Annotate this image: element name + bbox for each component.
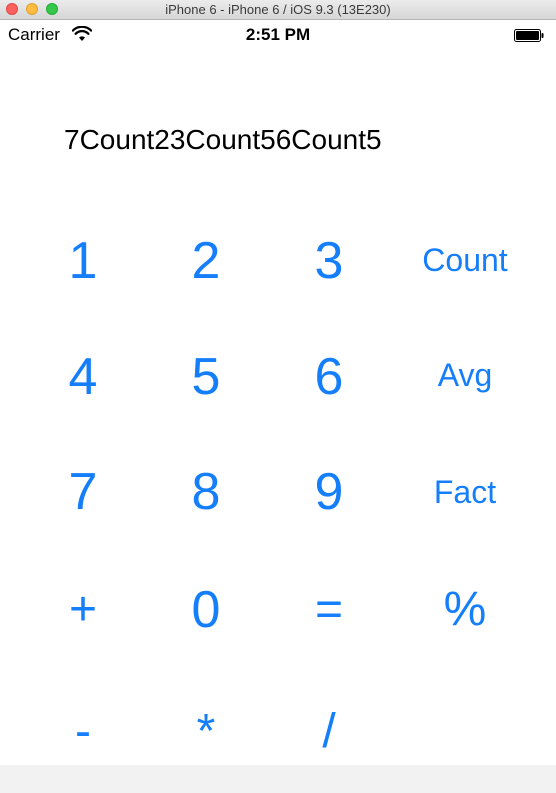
fact-button[interactable]: Fact xyxy=(410,476,520,508)
window-bottom-edge xyxy=(0,765,556,793)
key-1[interactable]: 1 xyxy=(28,235,138,287)
battery-icon xyxy=(514,29,544,42)
key-3[interactable]: 3 xyxy=(274,235,384,287)
key-4[interactable]: 4 xyxy=(28,351,138,403)
simulator-window: iPhone 6 - iPhone 6 / iOS 9.3 (13E230) C… xyxy=(0,0,556,793)
multiply-button[interactable]: * xyxy=(151,708,261,756)
calculator-display: 7Count23Count56Count5 xyxy=(64,124,382,155)
avg-button[interactable]: Avg xyxy=(410,359,520,391)
status-time: 2:51 PM xyxy=(245,25,311,44)
key-7[interactable]: 7 xyxy=(28,466,138,518)
window-title: iPhone 6 - iPhone 6 / iOS 9.3 (13E230) xyxy=(165,2,391,17)
percent-button[interactable]: % xyxy=(410,586,520,634)
key-9[interactable]: 9 xyxy=(274,466,384,518)
ios-status-bar: Carrier 2:51 PM xyxy=(0,20,556,50)
window-title-bar: iPhone 6 - iPhone 6 / iOS 9.3 (13E230) xyxy=(0,0,556,20)
plus-button[interactable]: + xyxy=(28,586,138,634)
key-0[interactable]: 0 xyxy=(151,584,261,636)
count-button[interactable]: Count xyxy=(410,244,520,276)
key-2[interactable]: 2 xyxy=(151,235,261,287)
equals-button[interactable]: = xyxy=(274,586,384,634)
minus-button[interactable]: - xyxy=(28,708,138,756)
key-5[interactable]: 5 xyxy=(151,351,261,403)
divide-button[interactable]: / xyxy=(274,708,384,756)
key-8[interactable]: 8 xyxy=(151,466,261,518)
key-6[interactable]: 6 xyxy=(274,351,384,403)
